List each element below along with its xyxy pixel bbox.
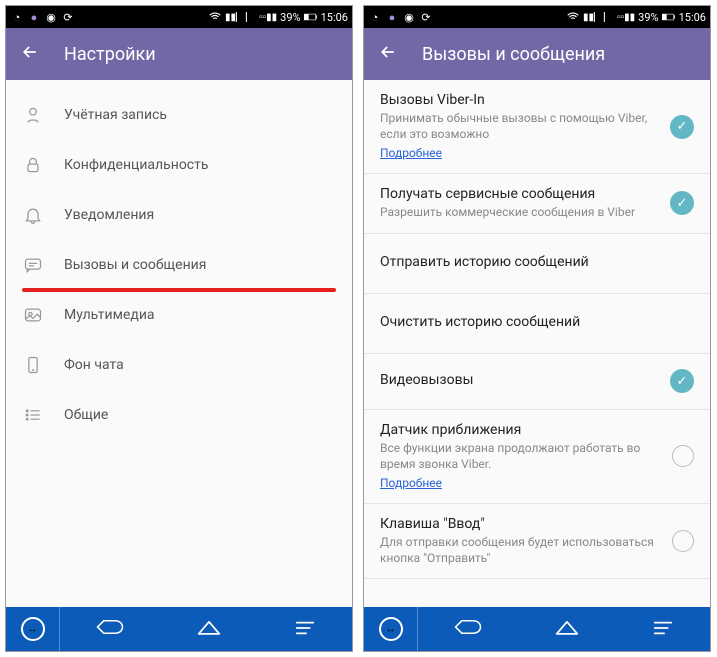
more-link[interactable]: Подробнее [380, 476, 442, 490]
row-title: Очистить историю сообщений [380, 314, 684, 330]
battery-icon [304, 10, 318, 24]
settings-item-multimedia[interactable]: Мультимедиа [6, 290, 352, 340]
row-sub: Все функции экрана продолжают работать в… [380, 440, 662, 472]
sync-icon: ⟳ [419, 10, 433, 24]
app-header: Настройки [6, 28, 352, 80]
phone-icon [22, 354, 44, 376]
nav-bar: ↔ [6, 607, 352, 651]
clock: 15:06 [679, 11, 706, 24]
label: Конфиденциальность [64, 157, 208, 173]
more-link[interactable]: Подробнее [380, 146, 442, 160]
eye-icon: ◉ [44, 10, 58, 24]
battery-icon [662, 10, 676, 24]
nav-back-icon[interactable] [454, 617, 482, 641]
row-sub: Принимать обычные вызовы с помощью Viber… [380, 110, 660, 142]
signal-icon-2: ▫▫▮▮ [617, 12, 635, 23]
row-send-history[interactable]: Отправить историю сообщений [364, 234, 710, 294]
settings-item-general[interactable]: Общие [6, 390, 352, 440]
signal-icon-2: ▫▫▮▮ [259, 12, 277, 23]
page-title: Вызовы и сообщения [422, 44, 605, 65]
row-sub: Разрешить коммерческие сообщения в Viber [380, 204, 660, 220]
nav-home-icon[interactable] [197, 617, 221, 641]
settings-item-calls-messages[interactable]: Вызовы и сообщения [6, 240, 352, 290]
nav-back-icon[interactable] [96, 617, 124, 641]
row-title: Клавиша "Ввод" [380, 516, 662, 532]
battery-percent: 39% [638, 11, 658, 24]
chat-icon [22, 254, 44, 276]
row-title: Датчик приближения [380, 422, 662, 438]
status-bar: ◔ ● ◉ ⟳ ▮▮⎸⎸ ▫▫▮▮ 39% 15:06 [6, 6, 352, 28]
eye-icon: ◉ [402, 10, 416, 24]
nav-app-icon[interactable]: ↔ [364, 607, 418, 651]
row-proximity[interactable]: Датчик приближения Все функции экрана пр… [364, 410, 710, 504]
list-icon [22, 404, 44, 426]
row-title: Получать сервисные сообщения [380, 186, 660, 202]
row-clear-history[interactable]: Очистить историю сообщений [364, 294, 710, 354]
viber-icon: ● [27, 10, 41, 24]
back-icon[interactable] [20, 42, 40, 67]
settings-item-privacy[interactable]: Конфиденциальность [6, 140, 352, 190]
label: Общие [64, 407, 108, 423]
sync-icon: ⟳ [61, 10, 75, 24]
label: Вызовы и сообщения [64, 257, 206, 273]
signal-icon: ▮▮⎸⎸ [583, 12, 614, 23]
checkbox-unchecked-icon[interactable] [672, 445, 694, 467]
row-sub: Для отправки сообщения будет использоват… [380, 534, 662, 566]
wifi-icon [208, 10, 222, 24]
checkbox-unchecked-icon[interactable] [672, 530, 694, 552]
checkbox-checked-icon[interactable]: ✓ [670, 191, 694, 215]
settings-item-chat-bg[interactable]: Фон чата [6, 340, 352, 390]
label: Мультимедиа [64, 307, 155, 323]
row-enter-key[interactable]: Клавиша "Ввод" Для отправки сообщения бу… [364, 504, 710, 579]
app-header: Вызовы и сообщения [364, 28, 710, 80]
nav-home-icon[interactable] [555, 617, 579, 641]
lock-icon [22, 154, 44, 176]
wifi-icon [566, 10, 580, 24]
checkbox-checked-icon[interactable]: ✓ [670, 369, 694, 393]
phone-left: ◔ ● ◉ ⟳ ▮▮⎸⎸ ▫▫▮▮ 39% 15:06 Настройки [5, 5, 353, 652]
row-title: Вызовы Viber-In [380, 92, 660, 108]
row-video-calls[interactable]: Видеовызовы ✓ [364, 354, 710, 410]
settings-item-notifications[interactable]: Уведомления [6, 190, 352, 240]
label: Уведомления [64, 207, 154, 223]
media-icon [22, 304, 44, 326]
page-title: Настройки [64, 44, 156, 65]
settings-list: Учётная запись Конфиденциальность Уведом… [6, 80, 352, 607]
status-bar: ◔ ● ◉ ⟳ ▮▮⎸⎸ ▫▫▮▮ 39% 15:06 [364, 6, 710, 28]
clock: 15:06 [321, 11, 348, 24]
checkbox-checked-icon[interactable]: ✓ [670, 115, 694, 139]
row-title: Видеовызовы [380, 372, 660, 388]
row-service-msgs[interactable]: Получать сервисные сообщения Разрешить к… [364, 174, 710, 233]
battery-percent: 39% [280, 11, 300, 24]
notif-icon: ◔ [10, 10, 24, 24]
settings-item-account[interactable]: Учётная запись [6, 90, 352, 140]
signal-icon: ▮▮⎸⎸ [225, 12, 256, 23]
back-icon[interactable] [378, 42, 398, 67]
nav-bar: ↔ [364, 607, 710, 651]
row-viber-in[interactable]: Вызовы Viber-In Принимать обычные вызовы… [364, 80, 710, 174]
row-title: Отправить историю сообщений [380, 254, 684, 270]
user-icon [22, 104, 44, 126]
label: Учётная запись [64, 107, 167, 123]
notif-icon: ◔ [368, 10, 382, 24]
nav-recents-icon[interactable] [652, 617, 674, 641]
calls-messages-list: Вызовы Viber-In Принимать обычные вызовы… [364, 80, 710, 607]
viber-icon: ● [385, 10, 399, 24]
bell-icon [22, 204, 44, 226]
label: Фон чата [64, 357, 124, 373]
nav-app-icon[interactable]: ↔ [6, 607, 60, 651]
phone-right: ◔ ● ◉ ⟳ ▮▮⎸⎸ ▫▫▮▮ 39% 15:06 Вызовы и соо… [363, 5, 711, 652]
nav-recents-icon[interactable] [294, 617, 316, 641]
